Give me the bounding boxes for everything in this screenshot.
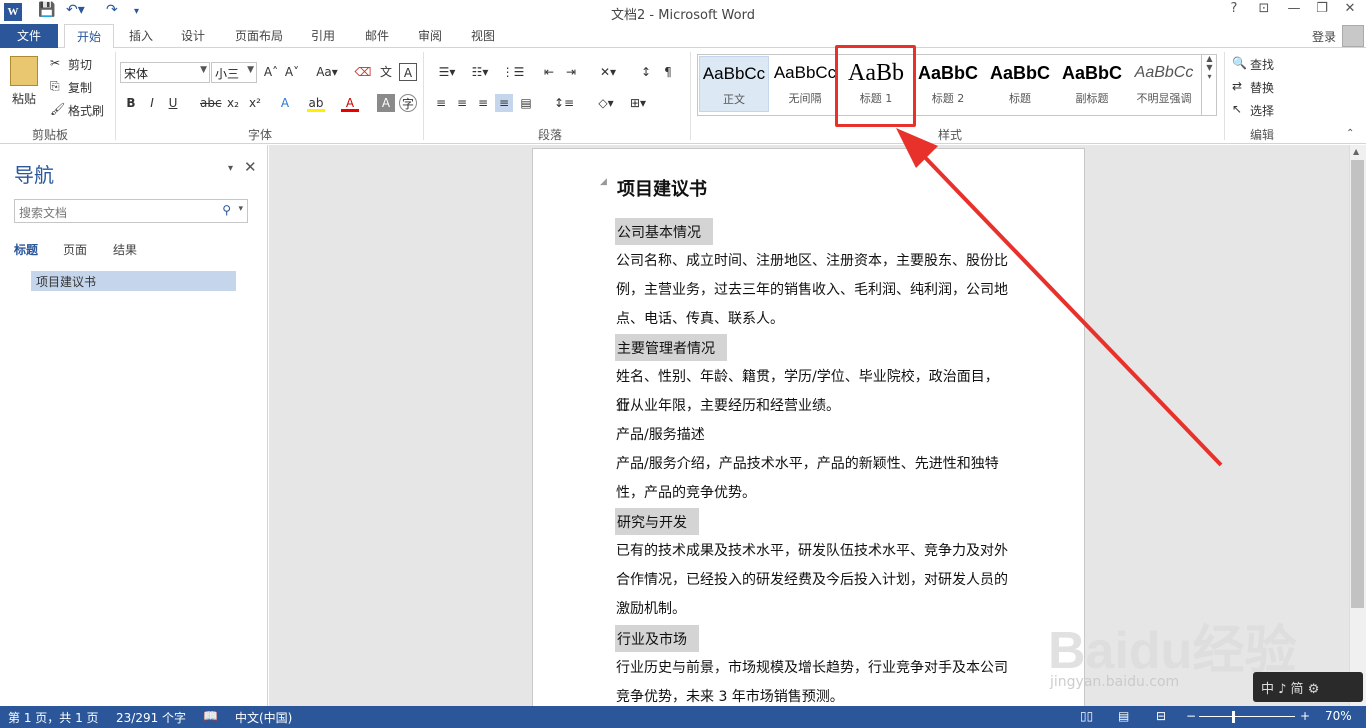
status-bar: 第 1 页，共 1 页 23/291 个字 📖 中文(中国) ▯▯ ▤ ⊟ − … — [0, 706, 1366, 728]
zoom-slider-thumb[interactable] — [1232, 711, 1235, 723]
print-layout-icon[interactable]: ▤ — [1118, 709, 1129, 723]
word-count[interactable]: 23/291 个字 — [116, 709, 186, 726]
language-status[interactable]: 中文(中国) — [235, 709, 292, 726]
zoom-slider[interactable] — [1199, 716, 1295, 717]
proofing-icon[interactable]: 📖 — [203, 709, 218, 723]
read-mode-icon[interactable]: ▯▯ — [1080, 709, 1093, 723]
arrow-shaft — [914, 146, 1223, 467]
page-count[interactable]: 第 1 页，共 1 页 — [8, 709, 99, 726]
web-layout-icon[interactable]: ⊟ — [1156, 709, 1166, 723]
zoom-in-icon[interactable]: + — [1300, 709, 1310, 723]
annotation-arrow — [896, 128, 1223, 467]
zoom-level[interactable]: 70% — [1325, 709, 1352, 723]
zoom-out-icon[interactable]: − — [1186, 709, 1196, 723]
